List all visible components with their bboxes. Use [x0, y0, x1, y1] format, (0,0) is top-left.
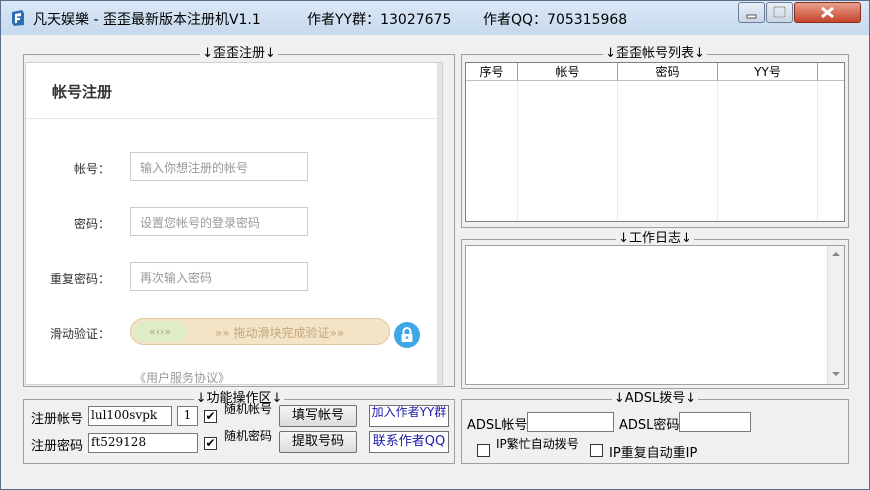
repeat-ip-checkbox[interactable] [590, 444, 603, 457]
form-divider [26, 118, 439, 119]
work-log-textarea[interactable] [465, 245, 845, 385]
register-group-label: ↓歪歪注册↓ [200, 46, 278, 61]
close-button[interactable] [794, 2, 861, 23]
slider-label: 滑动验证： [49, 327, 110, 341]
grid-line [817, 81, 818, 221]
register-account-label: 注册帐号 [31, 412, 84, 427]
grid-line [517, 81, 518, 221]
author-qq: 作者QQ：705315968 [483, 12, 628, 28]
work-log-label: ↓工作日志↓ [616, 231, 694, 246]
slider-handle[interactable]: «‹›» [133, 321, 187, 342]
window-title: 凡天娱樂 - 歪歪最新版本注册机V1.1 [33, 12, 261, 28]
webview-scrollbar[interactable] [437, 63, 442, 384]
count-input[interactable]: 1 [177, 406, 198, 426]
log-scrollbar[interactable] [827, 246, 844, 384]
fill-account-button[interactable]: 填写帐号 [279, 405, 357, 427]
title-bar: 凡天娱樂 - 歪歪最新版本注册机V1.1 作者YY群：13027675 作者QQ… [1, 1, 869, 35]
column-account[interactable]: 帐号 [518, 63, 618, 81]
slide-verify[interactable]: «‹›» »» 拖动滑块完成验证»» [130, 318, 390, 345]
auto-dial-checkbox[interactable] [477, 444, 490, 457]
service-agreement-link[interactable]: 《用户服务协议》 [134, 369, 230, 384]
lock-icon [394, 322, 420, 348]
auto-dial-label: IP繁忙自动拨号 [496, 437, 579, 451]
repeat-password-input[interactable]: 再次输入密码 [130, 262, 308, 291]
maximize-button[interactable] [766, 2, 793, 23]
account-label: 帐号： [73, 162, 110, 176]
password-label: 密码： [73, 217, 110, 231]
scroll-down-icon[interactable] [828, 366, 844, 382]
random-account-label: 随机帐号 [224, 402, 273, 416]
column-yy[interactable]: YY号 [718, 63, 818, 81]
minimize-button[interactable] [738, 2, 765, 23]
register-account-input[interactable]: lul100svpk [88, 406, 172, 426]
fetch-number-button[interactable]: 提取号码 [279, 431, 357, 453]
account-list-label: ↓歪歪帐号列表↓ [603, 46, 707, 61]
contact-author-button[interactable]: 联系作者QQ [369, 431, 449, 453]
grid-line [717, 81, 718, 221]
account-table[interactable]: 序号 帐号 密码 YY号 [465, 62, 845, 222]
register-password-input[interactable]: ft529128 [88, 433, 198, 453]
maximize-icon [773, 6, 786, 18]
scroll-up-icon[interactable] [828, 246, 844, 262]
register-password-label: 注册密码 [31, 439, 84, 454]
author-yy-group: 作者YY群：13027675 [307, 12, 452, 28]
random-password-label: 随机密码 [224, 429, 273, 443]
random-password-checkbox[interactable]: ✔ [204, 437, 217, 450]
column-password[interactable]: 密码 [618, 63, 718, 81]
close-icon [821, 6, 834, 19]
form-heading: 帐号注册 [52, 83, 113, 101]
password-input[interactable]: 设置您帐号的登录密码 [130, 207, 308, 236]
table-header: 序号 帐号 密码 YY号 [466, 63, 844, 81]
grid-line [617, 81, 618, 221]
account-input[interactable]: 输入你想注册的帐号 [130, 152, 308, 181]
column-index[interactable]: 序号 [466, 63, 518, 81]
repeat-ip-label: IP重复自动重IP [609, 446, 698, 461]
adsl-account-input[interactable] [527, 412, 614, 432]
minimize-icon [746, 14, 757, 19]
adsl-password-label: ADSL密码 [619, 418, 680, 433]
join-yy-group-button[interactable]: 加入作者YY群 [369, 405, 449, 427]
slider-text: »» 拖动滑块完成验证»» [215, 326, 345, 340]
adsl-group-label: ↓ADSL拨号↓ [611, 391, 699, 406]
app-icon [12, 10, 24, 26]
random-account-checkbox[interactable]: ✔ [204, 410, 217, 423]
register-webview: 帐号注册 帐号： 输入你想注册的帐号 密码： 设置您帐号的登录密码 重复密码： … [25, 62, 443, 385]
repeat-password-label: 重复密码： [49, 272, 110, 286]
adsl-account-label: ADSL帐号 [467, 418, 528, 433]
adsl-password-input[interactable] [679, 412, 751, 432]
app-window: 凡天娱樂 - 歪歪最新版本注册机V1.1 作者YY群：13027675 作者QQ… [0, 0, 870, 490]
